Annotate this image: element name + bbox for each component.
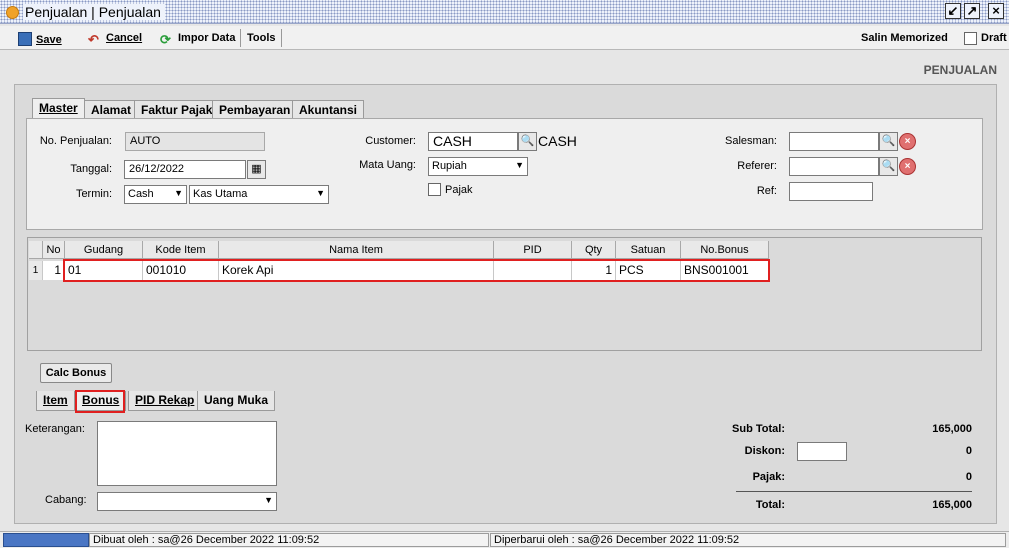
ref-field[interactable] (789, 182, 873, 201)
toolbar-separator (281, 29, 282, 47)
grid-cell-no[interactable]: 1 (43, 261, 65, 280)
pajak-label: Pajak (445, 184, 473, 196)
clear-icon[interactable]: × (899, 133, 916, 150)
search-icon[interactable]: 🔍 (879, 132, 898, 151)
mata-uang-label: Mata Uang: (359, 159, 416, 171)
salesman-field[interactable] (789, 132, 879, 151)
tab-uang-muka[interactable]: Uang Muka (197, 391, 276, 411)
status-progress (3, 533, 89, 547)
toolbar-separator (240, 29, 241, 47)
row-highlight (63, 259, 770, 282)
chevron-down-icon: ▼ (174, 188, 183, 198)
row-indicator: 1 (29, 261, 43, 280)
sub-total-value: 165,000 (932, 423, 972, 435)
chevron-down-icon: ▼ (264, 495, 273, 505)
no-penjualan-label: No. Penjualan: (39, 135, 112, 147)
status-updated: Diperbarui oleh : sa@26 December 2022 11… (490, 533, 1006, 547)
grid-header-nama-item[interactable]: Nama Item (219, 241, 494, 259)
draft-label: Draft (981, 32, 1007, 44)
keterangan-textarea[interactable] (97, 421, 277, 486)
diskon-label: Diskon: (744, 445, 785, 457)
totals-divider (736, 491, 972, 492)
cabang-select[interactable]: ▼ (97, 492, 277, 511)
close-icon[interactable]: × (988, 3, 1004, 19)
undo-icon: ↶ (88, 32, 99, 47)
referer-label: Referer: (737, 160, 777, 172)
mata-uang-select[interactable]: Rupiah ▼ (428, 157, 528, 176)
customer-name: CASH (538, 133, 577, 149)
window-title: Penjualan | Penjualan (23, 4, 165, 20)
total-label: Total: (755, 499, 785, 511)
grid-header-kode-item[interactable]: Kode Item (143, 241, 219, 259)
chevron-down-icon: ▼ (515, 160, 524, 170)
grid-header-corner (29, 241, 43, 259)
cancel-button[interactable]: ↶ Cancel (88, 32, 142, 48)
grid-header-no[interactable]: No (43, 241, 65, 259)
ref-label: Ref: (756, 185, 777, 197)
diskon-value: 0 (965, 445, 972, 457)
grid-header-satuan[interactable]: Satuan (616, 241, 681, 259)
tab-alamat[interactable]: Alamat (84, 100, 139, 118)
clear-icon[interactable]: × (899, 158, 916, 175)
import-data-button[interactable]: ⟳ Impor Data (160, 32, 235, 48)
tab-pid-rekap[interactable]: PID Rekap (128, 391, 202, 411)
grid-header-qty[interactable]: Qty (572, 241, 616, 259)
tab-item[interactable]: Item (36, 391, 75, 411)
floppy-icon (18, 32, 32, 46)
search-icon[interactable]: 🔍 (518, 132, 537, 151)
tab-akuntansi[interactable]: Akuntansi (292, 100, 365, 118)
restore-icon[interactable]: ↙ (945, 3, 961, 19)
referer-field[interactable] (789, 157, 879, 176)
save-button[interactable]: Save (18, 32, 62, 46)
toolbar (0, 26, 1009, 50)
pajak-checkbox[interactable] (428, 183, 441, 196)
app-icon (6, 6, 19, 19)
no-penjualan-field[interactable]: AUTO (125, 132, 265, 151)
tanggal-label: Tanggal: (70, 163, 112, 175)
customer-field[interactable]: CASH (428, 132, 518, 151)
search-icon[interactable]: 🔍 (879, 157, 898, 176)
grid-header-no-bonus[interactable]: No.Bonus (681, 241, 769, 259)
tanggal-field[interactable]: 26/12/2022 (124, 160, 246, 179)
maximize-icon[interactable]: ↗ (964, 3, 980, 19)
keterangan-label: Keterangan: (25, 423, 85, 435)
sub-total-label: Sub Total: (732, 423, 785, 435)
tab-master[interactable]: Master (32, 98, 85, 119)
total-value: 165,000 (932, 499, 972, 511)
tab-faktur-pajak[interactable]: Faktur Pajak (134, 100, 220, 118)
diskon-field[interactable] (797, 442, 847, 461)
pajak-value: 0 (965, 471, 972, 483)
termin-label: Termin: (75, 188, 112, 200)
salesman-label: Salesman: (725, 135, 777, 147)
cabang-label: Cabang: (45, 494, 87, 506)
calendar-icon[interactable]: ▦ (247, 160, 266, 179)
bonus-tab-highlight (75, 390, 125, 413)
kas-select[interactable]: Kas Utama ▼ (189, 185, 329, 204)
form-title: PENJUALAN (923, 63, 997, 77)
tools-button[interactable]: Tools (247, 32, 276, 44)
salin-memorized-button[interactable]: Salin Memorized (861, 32, 948, 44)
grid-header-gudang[interactable]: Gudang (65, 241, 143, 259)
pajak-total-label: Pajak: (752, 471, 785, 483)
draft-checkbox[interactable] (964, 32, 977, 45)
calc-bonus-button[interactable]: Calc Bonus (40, 363, 112, 383)
termin-select[interactable]: Cash ▼ (124, 185, 187, 204)
grid-header-pid[interactable]: PID (494, 241, 572, 259)
chevron-down-icon: ▼ (316, 188, 325, 198)
refresh-icon: ⟳ (160, 32, 171, 47)
status-created: Dibuat oleh : sa@26 December 2022 11:09:… (89, 533, 489, 547)
tab-pembayaran[interactable]: Pembayaran (212, 100, 298, 118)
customer-label: Customer: (365, 135, 416, 147)
